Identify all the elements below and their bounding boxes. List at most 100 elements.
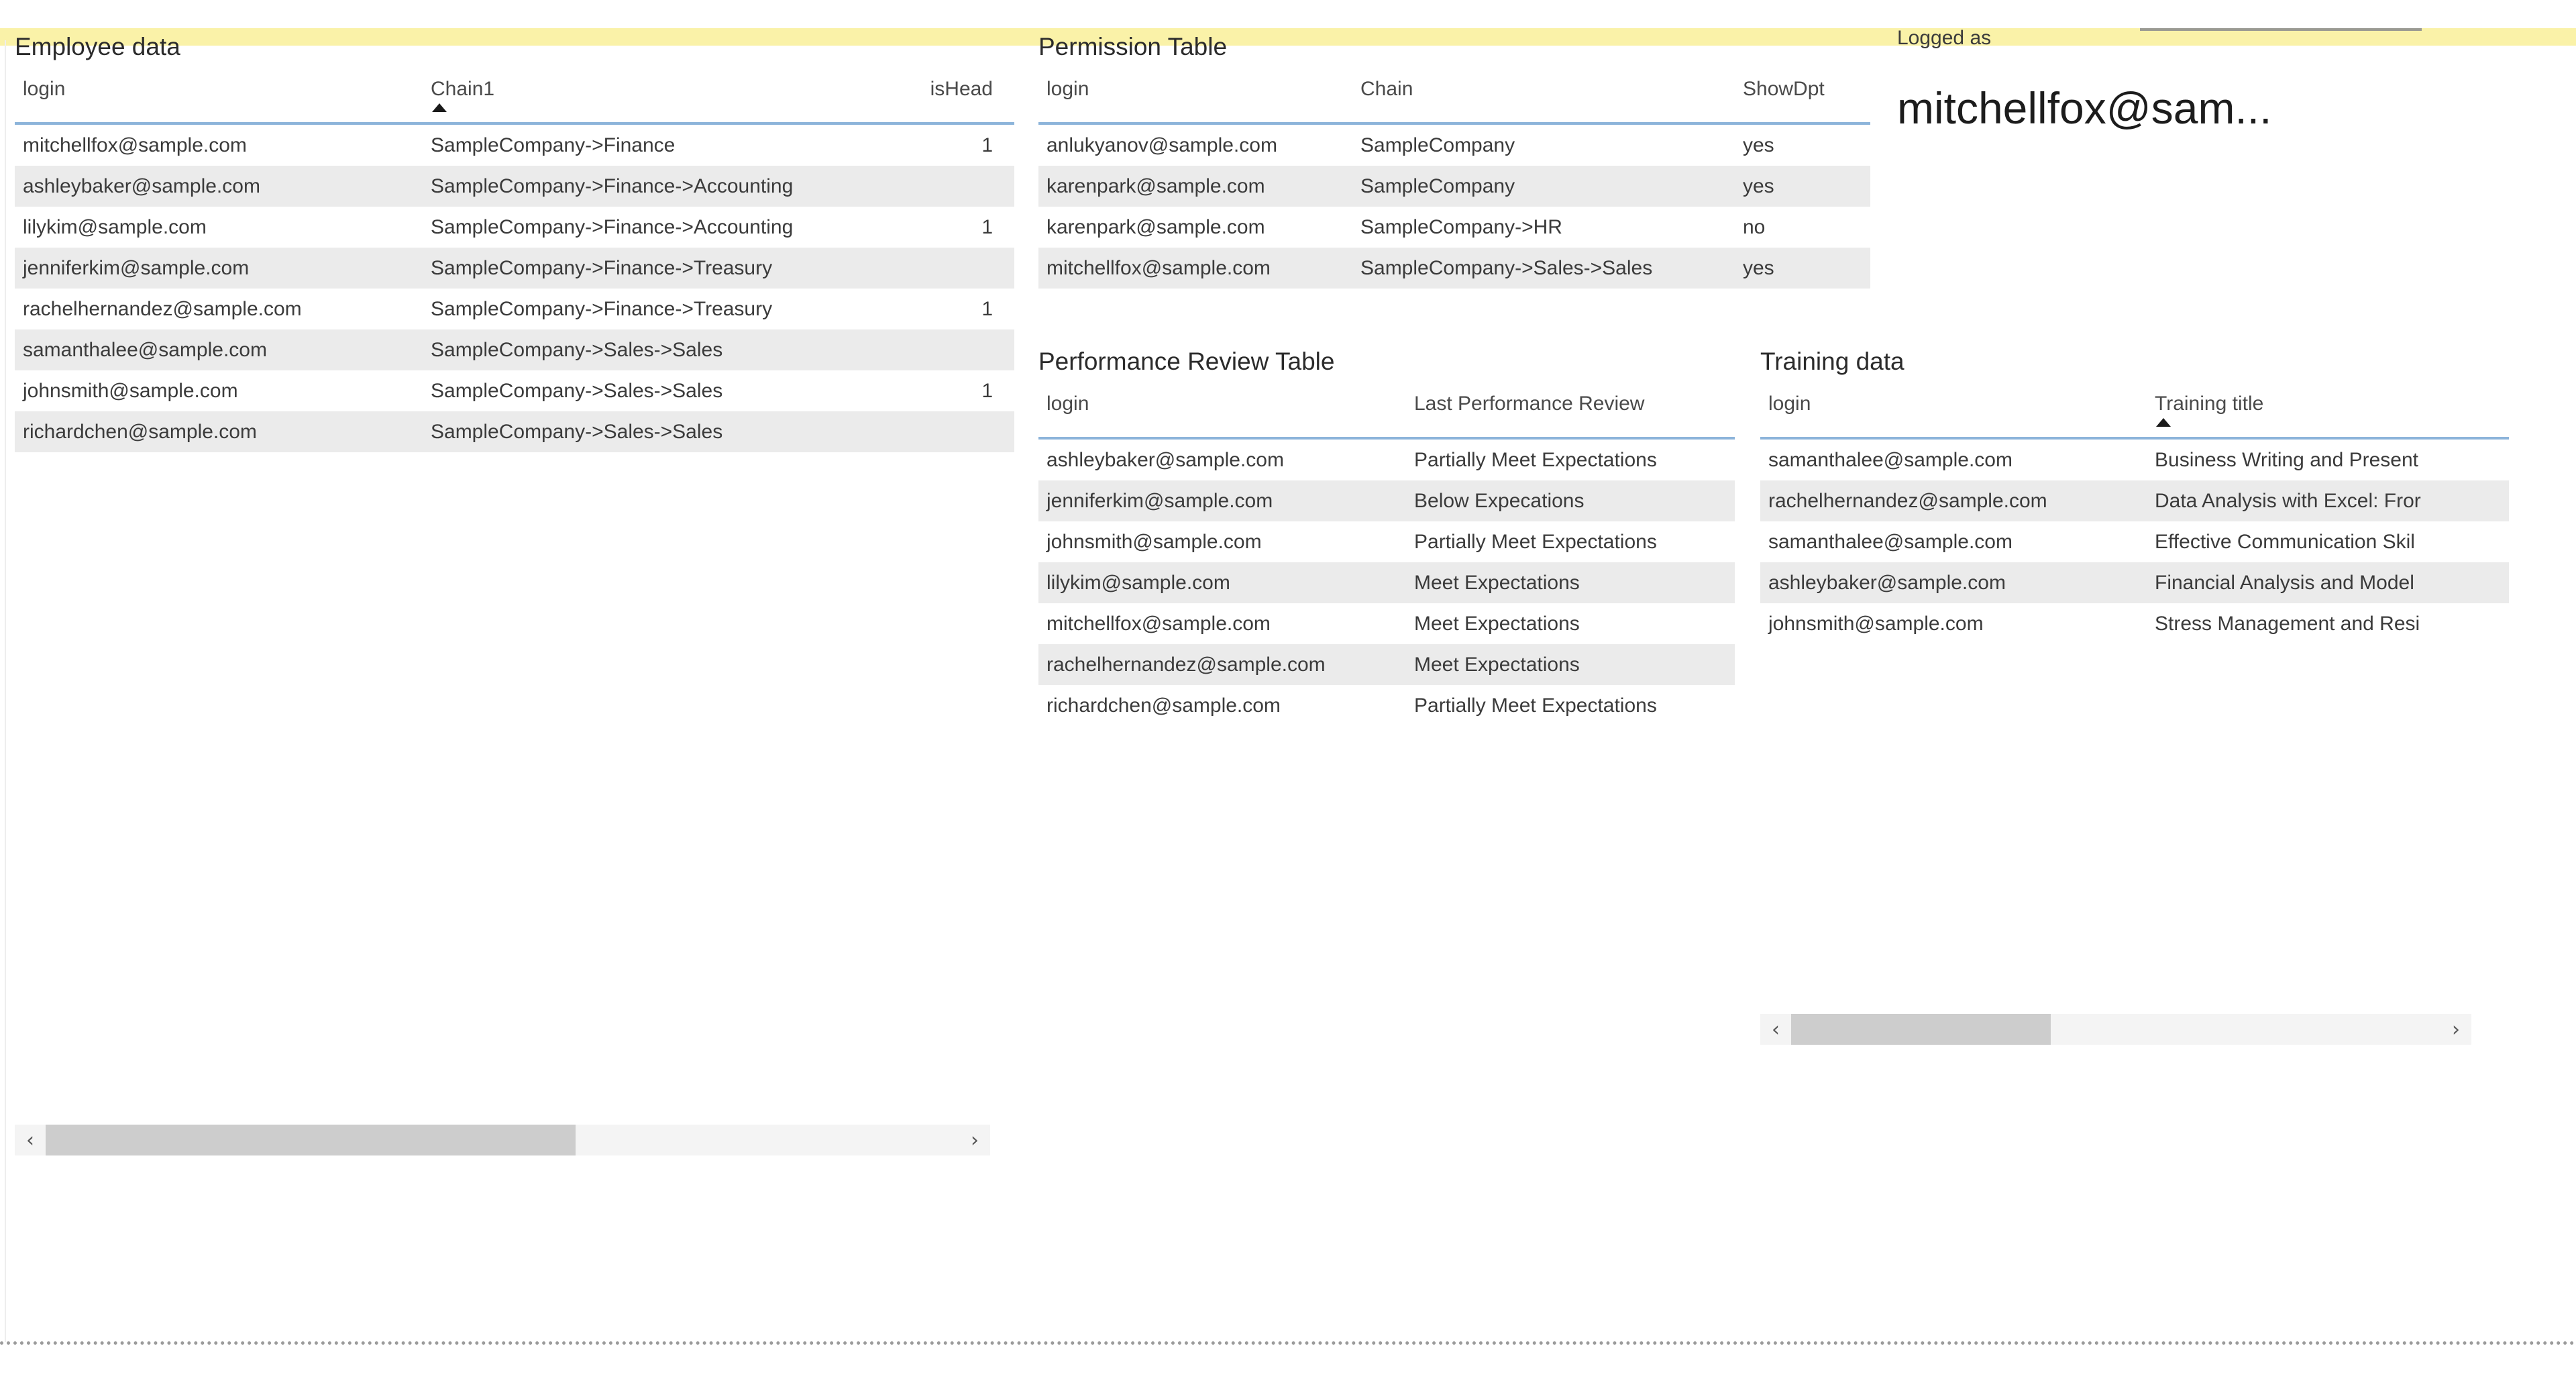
cell-chain1: SampleCompany->Finance->Treasury	[431, 256, 773, 279]
column-header-training-title-label: Training title	[2155, 393, 2264, 415]
cell-chain1: SampleCompany->Finance->Accounting	[431, 174, 794, 197]
permission-rows: anlukyanov@sample.com SampleCompany yes …	[1038, 125, 1870, 289]
table-row[interactable]: mitchellfox@sample.com SampleCompany->Fi…	[15, 125, 1014, 166]
table-row[interactable]: johnsmith@sample.com SampleCompany->Sale…	[15, 370, 1014, 411]
scroll-thumb[interactable]	[1791, 1014, 2051, 1045]
table-row[interactable]: lilykim@sample.com SampleCompany->Financ…	[15, 207, 1014, 248]
table-row[interactable]: rachelhernandez@sample.com Data Analysis…	[1760, 480, 2509, 521]
performance-grid-header: login Last Performance Review	[1038, 376, 1735, 437]
table-row[interactable]: jenniferkim@sample.com SampleCompany->Fi…	[15, 248, 1014, 289]
cell-login: samanthalee@sample.com	[1768, 448, 2012, 471]
cell-login: karenpark@sample.com	[1046, 215, 1265, 238]
cell-showdpt: yes	[1743, 256, 1774, 279]
cell-ishead: 1	[981, 379, 993, 402]
column-header-login[interactable]: login	[15, 76, 431, 122]
bottom-dotted-divider	[0, 1341, 2576, 1345]
employee-data-grid: login Chain1 isHead mitchellfox@sample.c…	[15, 62, 1014, 452]
cell-chain: SampleCompany	[1360, 174, 1515, 197]
column-header-chain[interactable]: Chain	[1360, 76, 1743, 122]
logged-as-panel: Logged as mitchellfox@sam...	[1897, 25, 2501, 133]
cell-review: Below Expecations	[1414, 489, 1585, 512]
scroll-right-icon[interactable]: ›	[959, 1125, 990, 1155]
cell-review: Meet Expectations	[1414, 653, 1580, 676]
column-header-showdpt[interactable]: ShowDpt	[1743, 76, 1870, 122]
column-header-login[interactable]: login	[1038, 76, 1360, 122]
employee-data-title: Employee data	[15, 33, 180, 60]
table-row[interactable]: jenniferkim@sample.com Below Expecations	[1038, 480, 1735, 521]
cell-training-title: Data Analysis with Excel: Fror	[2155, 489, 2421, 512]
cell-login: richardchen@sample.com	[23, 420, 257, 443]
cell-chain: SampleCompany	[1360, 134, 1515, 156]
table-row[interactable]: samanthalee@sample.com Effective Communi…	[1760, 521, 2509, 562]
cell-login: rachelhernandez@sample.com	[1046, 653, 1326, 676]
dashboard-canvas: Employee data login Chain1 isHead mitche…	[0, 0, 2576, 1389]
column-header-chain1[interactable]: Chain1	[431, 76, 914, 122]
sort-ascending-icon	[2156, 418, 2171, 427]
cell-showdpt: no	[1743, 215, 1766, 238]
cell-login: mitchellfox@sample.com	[1046, 612, 1271, 635]
table-row[interactable]: richardchen@sample.com SampleCompany->Sa…	[15, 411, 1014, 452]
table-row[interactable]: johnsmith@sample.com Stress Management a…	[1760, 603, 2509, 644]
logged-as-label: Logged as	[1897, 27, 1992, 49]
column-header-login[interactable]: login	[1760, 391, 2155, 437]
table-row[interactable]: ashleybaker@sample.com Financial Analysi…	[1760, 562, 2509, 603]
cell-login: rachelhernandez@sample.com	[23, 297, 302, 320]
cell-login: mitchellfox@sample.com	[23, 134, 247, 156]
column-header-login[interactable]: login	[1038, 391, 1414, 437]
performance-review-grid: login Last Performance Review ashleybake…	[1038, 376, 1735, 726]
training-data-title: Training data	[1760, 348, 1904, 375]
column-header-last-performance-review[interactable]: Last Performance Review	[1414, 391, 1735, 437]
table-row[interactable]: richardchen@sample.com Partially Meet Ex…	[1038, 685, 1735, 726]
table-row[interactable]: anlukyanov@sample.com SampleCompany yes	[1038, 125, 1870, 166]
cell-showdpt: yes	[1743, 174, 1774, 197]
employee-horizontal-scrollbar[interactable]: ‹ ›	[15, 1125, 990, 1155]
cell-review: Partially Meet Expectations	[1414, 448, 1657, 471]
scroll-thumb[interactable]	[46, 1125, 576, 1155]
table-row[interactable]: johnsmith@sample.com Partially Meet Expe…	[1038, 521, 1735, 562]
cell-login: ashleybaker@sample.com	[23, 174, 260, 197]
scroll-left-icon[interactable]: ‹	[1760, 1014, 1791, 1045]
table-row[interactable]: rachelhernandez@sample.com Meet Expectat…	[1038, 644, 1735, 685]
table-row[interactable]: lilykim@sample.com Meet Expectations	[1038, 562, 1735, 603]
column-header-training-title[interactable]: Training title	[2155, 391, 2509, 437]
table-row[interactable]: karenpark@sample.com SampleCompany->HR n…	[1038, 207, 1870, 248]
table-row[interactable]: samanthalee@sample.com Business Writing …	[1760, 440, 2509, 480]
cell-login: rachelhernandez@sample.com	[1768, 489, 2047, 512]
cell-chain1: SampleCompany->Finance->Accounting	[431, 215, 794, 238]
cell-login: johnsmith@sample.com	[1768, 612, 1984, 635]
employee-rows: mitchellfox@sample.com SampleCompany->Fi…	[15, 125, 1014, 452]
table-row[interactable]: mitchellfox@sample.com SampleCompany->Sa…	[1038, 248, 1870, 289]
logged-as-user: mitchellfox@sam...	[1897, 83, 2272, 133]
scroll-left-icon[interactable]: ‹	[15, 1125, 46, 1155]
permission-grid-header: login Chain ShowDpt	[1038, 62, 1870, 122]
cell-training-title: Stress Management and Resi	[2155, 612, 2420, 635]
cell-ishead: 1	[981, 134, 993, 156]
cell-login: karenpark@sample.com	[1046, 174, 1265, 197]
cell-training-title: Effective Communication Skil	[2155, 530, 2415, 553]
table-row[interactable]: karenpark@sample.com SampleCompany yes	[1038, 166, 1870, 207]
table-row[interactable]: mitchellfox@sample.com Meet Expectations	[1038, 603, 1735, 644]
left-edge-rule	[5, 40, 6, 1342]
scroll-track[interactable]	[1791, 1014, 2440, 1045]
cell-login: jenniferkim@sample.com	[23, 256, 250, 279]
table-row[interactable]: rachelhernandez@sample.com SampleCompany…	[15, 289, 1014, 329]
cell-chain1: SampleCompany->Finance->Treasury	[431, 297, 773, 320]
table-row[interactable]: samanthalee@sample.com SampleCompany->Sa…	[15, 329, 1014, 370]
table-row[interactable]: ashleybaker@sample.com Partially Meet Ex…	[1038, 440, 1735, 480]
cell-login: lilykim@sample.com	[23, 215, 207, 238]
cell-ishead: 1	[981, 297, 993, 320]
cell-login: johnsmith@sample.com	[1046, 530, 1262, 553]
scroll-right-icon[interactable]: ›	[2440, 1014, 2471, 1045]
cell-login: jenniferkim@sample.com	[1046, 489, 1273, 512]
cell-chain1: SampleCompany->Sales->Sales	[431, 338, 723, 361]
training-horizontal-scrollbar[interactable]: ‹ ›	[1760, 1014, 2471, 1045]
cell-training-title: Business Writing and Present	[2155, 448, 2418, 471]
cell-chain: SampleCompany->HR	[1360, 215, 1562, 238]
table-row[interactable]: ashleybaker@sample.com SampleCompany->Fi…	[15, 166, 1014, 207]
performance-rows: ashleybaker@sample.com Partially Meet Ex…	[1038, 440, 1735, 726]
cell-review: Partially Meet Expectations	[1414, 530, 1657, 553]
scroll-track[interactable]	[46, 1125, 959, 1155]
column-header-ishead[interactable]: isHead	[914, 76, 1006, 122]
cell-training-title: Financial Analysis and Model	[2155, 571, 2414, 594]
cell-login: richardchen@sample.com	[1046, 694, 1281, 717]
